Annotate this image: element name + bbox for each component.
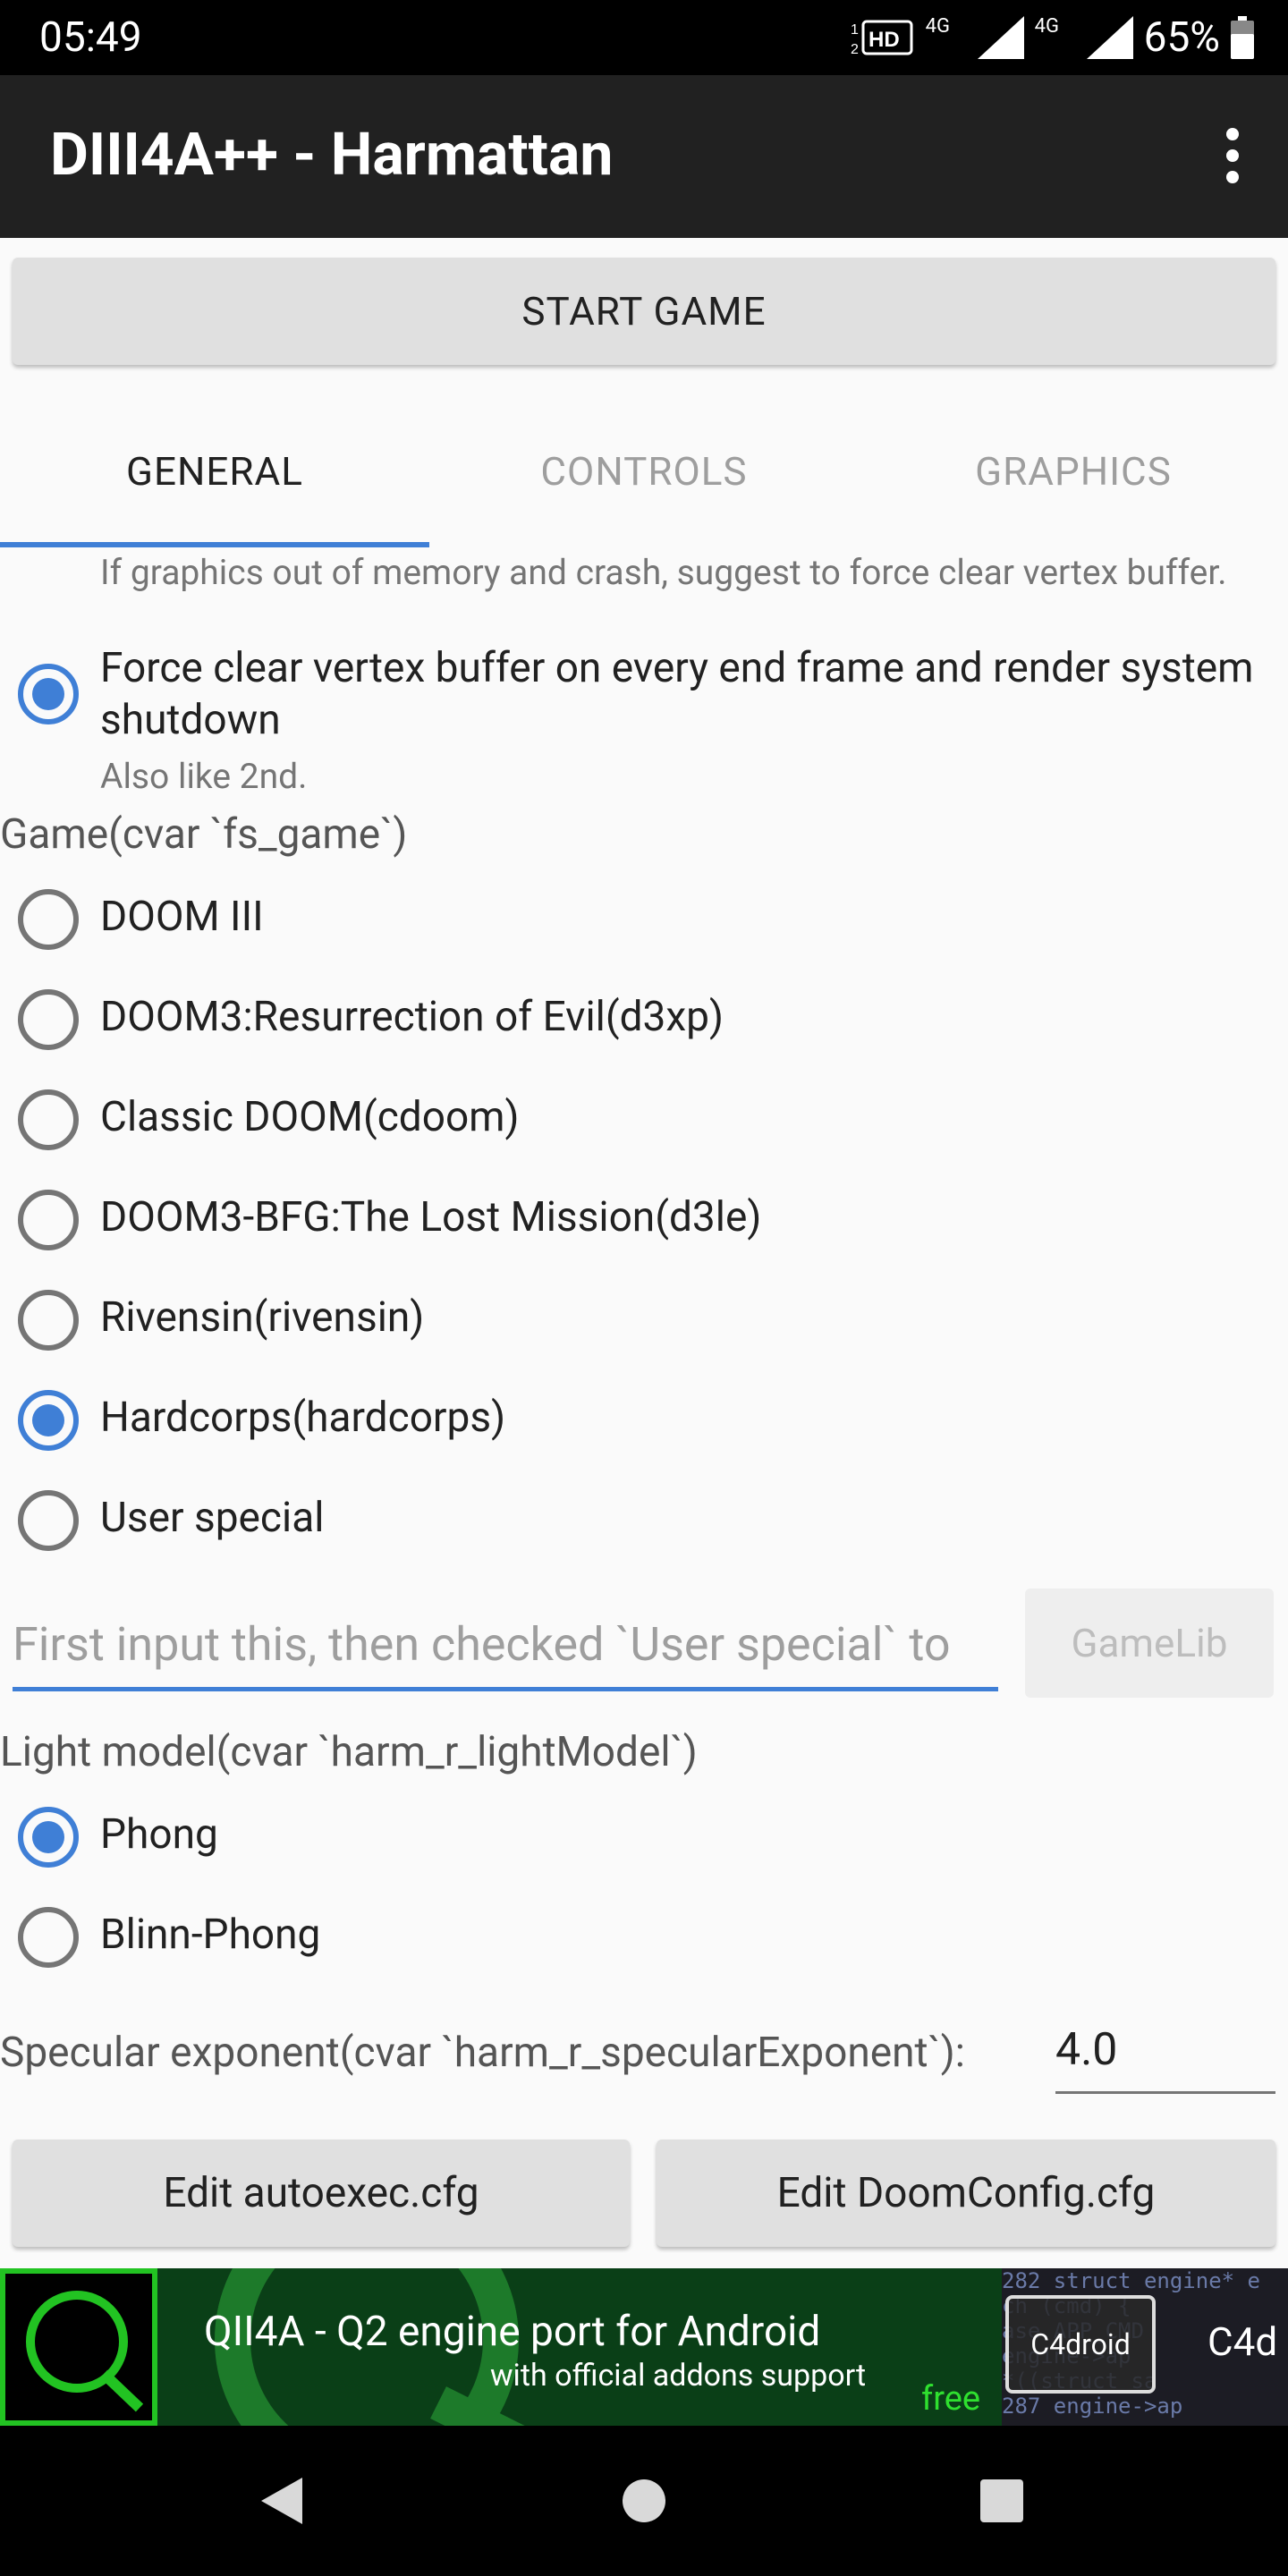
edit-autoexec-button[interactable]: Edit autoexec.cfg — [13, 2140, 630, 2247]
hd-voice-icon: 1 2 HD — [851, 20, 913, 57]
game-option-label: DOOM III — [100, 893, 264, 941]
game-option-label: DOOM3:Resurrection of Evil(d3xp) — [100, 993, 724, 1041]
light-model-radio-phong[interactable] — [16, 1805, 80, 1869]
ad-free-label: free — [921, 2379, 981, 2419]
gamelib-button[interactable]: GameLib — [1025, 1589, 1274, 1698]
game-radio-doom3[interactable] — [16, 887, 80, 952]
game-option-label: Hardcorps(hardcorps) — [100, 1394, 506, 1442]
battery-percent: 65% — [1143, 13, 1220, 62]
game-radio-user-special[interactable] — [16, 1488, 80, 1553]
ad-subline: with official addons support — [490, 2358, 867, 2394]
home-icon[interactable] — [614, 2470, 674, 2531]
navigation-bar — [0, 2426, 1288, 2576]
light-model-section-label: Light model(cvar `harm_r_lightModel`) — [0, 1728, 698, 1776]
light-model-radio-blinn-phong[interactable] — [16, 1905, 80, 1970]
game-radio-d3xp[interactable] — [16, 987, 80, 1052]
game-radio-cdoom[interactable] — [16, 1088, 80, 1152]
tab-bar: GENERAL CONTROLS GRAPHICS — [0, 420, 1288, 551]
recents-icon[interactable] — [971, 2470, 1032, 2531]
ad-c4droid-text: C4d — [1208, 2318, 1278, 2365]
game-radio-d3le[interactable] — [16, 1188, 80, 1252]
tab-indicator — [0, 542, 429, 547]
light-model-option-label: Phong — [100, 1810, 218, 1859]
signal-icon — [977, 16, 1024, 59]
game-radio-hardcorps[interactable] — [16, 1388, 80, 1453]
game-option-label: User special — [100, 1494, 325, 1542]
status-bar: 05:49 1 2 HD 4G 4G 65% — [0, 0, 1288, 75]
svg-text:2: 2 — [851, 42, 859, 57]
game-section-label: Game(cvar `fs_game`) — [0, 810, 408, 859]
network-type-1: 4G — [925, 15, 950, 38]
game-option-label: DOOM3-BFG:The Lost Mission(d3le) — [100, 1193, 762, 1241]
status-time: 05:49 — [39, 13, 142, 62]
ad-banner[interactable]: QII4A - Q2 engine port for Android with … — [0, 2268, 1288, 2426]
tab-graphics[interactable]: GRAPHICS — [859, 420, 1288, 522]
game-option-label: Classic DOOM(cdoom) — [100, 1093, 520, 1141]
tab-controls[interactable]: CONTROLS — [429, 420, 859, 522]
svg-text:HD: HD — [869, 28, 900, 52]
ad-headline: QII4A - Q2 engine port for Android — [204, 2308, 821, 2356]
game-radio-rivensin[interactable] — [16, 1288, 80, 1352]
network-type-2: 4G — [1034, 15, 1059, 38]
specular-exponent-input[interactable] — [1055, 2009, 1275, 2094]
light-model-option-label: Blinn-Phong — [100, 1911, 321, 1959]
game-option-label: Rivensin(rivensin) — [100, 1293, 425, 1342]
start-game-button[interactable]: START GAME — [13, 258, 1275, 365]
specular-exponent-label: Specular exponent(cvar `harm_r_specularE… — [0, 2029, 965, 2077]
svg-text:1: 1 — [851, 22, 859, 38]
app-title: DIII4A++ - Harmattan — [50, 121, 614, 190]
tab-general[interactable]: GENERAL — [0, 420, 429, 522]
battery-icon — [1231, 16, 1254, 59]
force-clear-vertex-radio[interactable] — [16, 662, 80, 726]
edit-doomconfig-button[interactable]: Edit DoomConfig.cfg — [657, 2140, 1275, 2247]
ad-c4droid-icon: C4droid — [1005, 2295, 1156, 2394]
status-icons: 1 2 HD 4G 4G 65% — [851, 9, 1254, 66]
force-clear-vertex-hint: Also like 2nd. — [100, 756, 308, 797]
back-icon[interactable] — [252, 2470, 313, 2531]
ad-app-logo — [0, 2268, 157, 2426]
app-bar: DIII4A++ - Harmattan — [0, 75, 1288, 238]
vertex-buffer-hint: If graphics out of memory and crash, sug… — [100, 552, 1227, 593]
overflow-menu-icon[interactable] — [1200, 120, 1265, 191]
signal-icon — [1086, 16, 1133, 59]
user-special-game-input[interactable] — [13, 1601, 998, 1691]
force-clear-vertex-label: Force clear vertex buffer on every end f… — [100, 644, 1254, 744]
